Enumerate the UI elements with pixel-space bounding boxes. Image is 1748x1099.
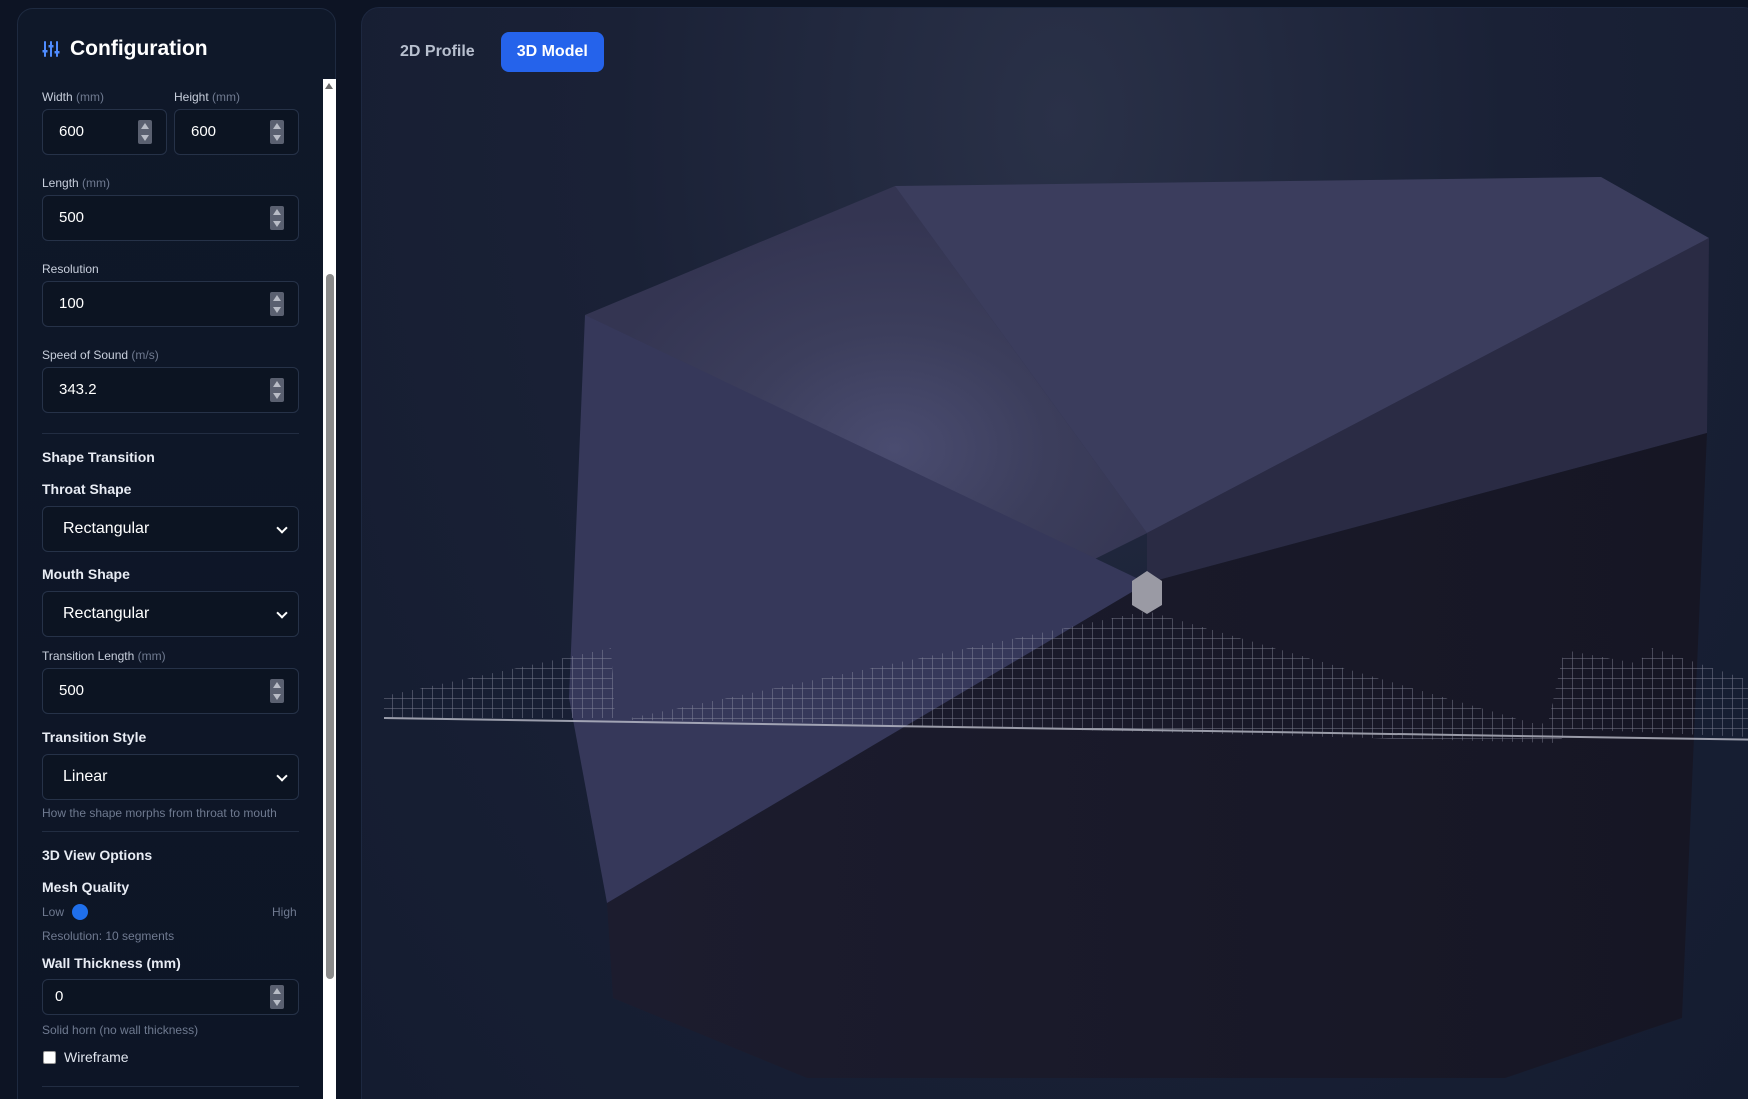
shape-transition-heading: Shape Transition bbox=[42, 449, 155, 465]
mesh-quality-hint: Resolution: 10 segments bbox=[42, 929, 175, 943]
width-spinner[interactable] bbox=[138, 120, 152, 144]
mesh-quality-label: Mesh Quality bbox=[42, 879, 130, 895]
transition-length-input[interactable]: 500 bbox=[42, 668, 299, 714]
mesh-low-label: Low bbox=[42, 905, 65, 919]
config-scroll-area: Width (mm) 600 Height (mm) 600 Length (m… bbox=[18, 79, 320, 1099]
mouth-shape-select[interactable]: Rectangular bbox=[42, 591, 299, 637]
throat-shape-label: Throat Shape bbox=[42, 481, 132, 497]
height-label: Height (mm) bbox=[174, 90, 241, 104]
chevron-down-icon bbox=[276, 607, 288, 619]
wall-thickness-hint: Solid horn (no wall thickness) bbox=[42, 1023, 199, 1037]
scrollbar-thumb[interactable] bbox=[326, 274, 334, 979]
viewer-panel: 2D Profile 3D Model bbox=[361, 7, 1748, 1099]
transition-style-hint: How the shape morphs from throat to mout… bbox=[42, 806, 277, 820]
length-label: Length (mm) bbox=[42, 176, 111, 190]
scroll-up-icon[interactable] bbox=[325, 83, 333, 89]
wall-thickness-input[interactable]: 0 bbox=[42, 979, 299, 1015]
speed-spinner[interactable] bbox=[270, 378, 284, 402]
transition-length-spinner[interactable] bbox=[270, 679, 284, 703]
wall-thickness-spinner[interactable] bbox=[270, 985, 284, 1009]
view-options-heading: 3D View Options bbox=[42, 847, 153, 863]
chevron-down-icon bbox=[276, 770, 288, 782]
width-input[interactable]: 600 bbox=[42, 109, 167, 155]
transition-style-select[interactable]: Linear bbox=[42, 754, 299, 800]
length-input[interactable]: 500 bbox=[42, 195, 299, 241]
horn-3d-viewport[interactable] bbox=[362, 8, 1748, 1099]
throat-shape-select[interactable]: Rectangular bbox=[42, 506, 299, 552]
length-spinner[interactable] bbox=[270, 206, 284, 230]
mesh-high-label: High bbox=[272, 905, 297, 919]
resolution-spinner[interactable] bbox=[270, 292, 284, 316]
wireframe-checkbox[interactable] bbox=[43, 1051, 56, 1064]
sliders-icon bbox=[42, 41, 60, 57]
tab-3d-model[interactable]: 3D Model bbox=[500, 32, 604, 72]
tab-2d-profile[interactable]: 2D Profile bbox=[384, 32, 491, 72]
transition-length-label: Transition Length (mm) bbox=[42, 649, 166, 663]
mouth-shape-label: Mouth Shape bbox=[42, 566, 130, 582]
resolution-label: Resolution bbox=[42, 262, 99, 276]
divider bbox=[42, 1086, 299, 1087]
configuration-panel: Configuration Width (mm) 600 Height (mm)… bbox=[17, 8, 336, 1099]
wall-thickness-label: Wall Thickness (mm) bbox=[42, 955, 181, 971]
height-spinner[interactable] bbox=[270, 120, 284, 144]
height-input[interactable]: 600 bbox=[174, 109, 299, 155]
chevron-down-icon bbox=[276, 522, 288, 534]
width-label: Width (mm) bbox=[42, 90, 105, 104]
mesh-quality-slider[interactable] bbox=[72, 904, 88, 920]
resolution-input[interactable]: 100 bbox=[42, 281, 299, 327]
transition-style-label: Transition Style bbox=[42, 729, 147, 745]
speed-of-sound-input[interactable]: 343.2 bbox=[42, 367, 299, 413]
view-tabs: 2D Profile 3D Model bbox=[384, 32, 604, 72]
speed-of-sound-label: Speed of Sound (m/s) bbox=[42, 348, 159, 362]
divider bbox=[42, 831, 299, 832]
wireframe-label: Wireframe bbox=[64, 1049, 129, 1065]
panel-header: Configuration bbox=[42, 37, 208, 61]
divider bbox=[42, 433, 299, 434]
panel-title: Configuration bbox=[70, 37, 208, 60]
sidebar-scrollbar[interactable] bbox=[323, 79, 336, 1099]
